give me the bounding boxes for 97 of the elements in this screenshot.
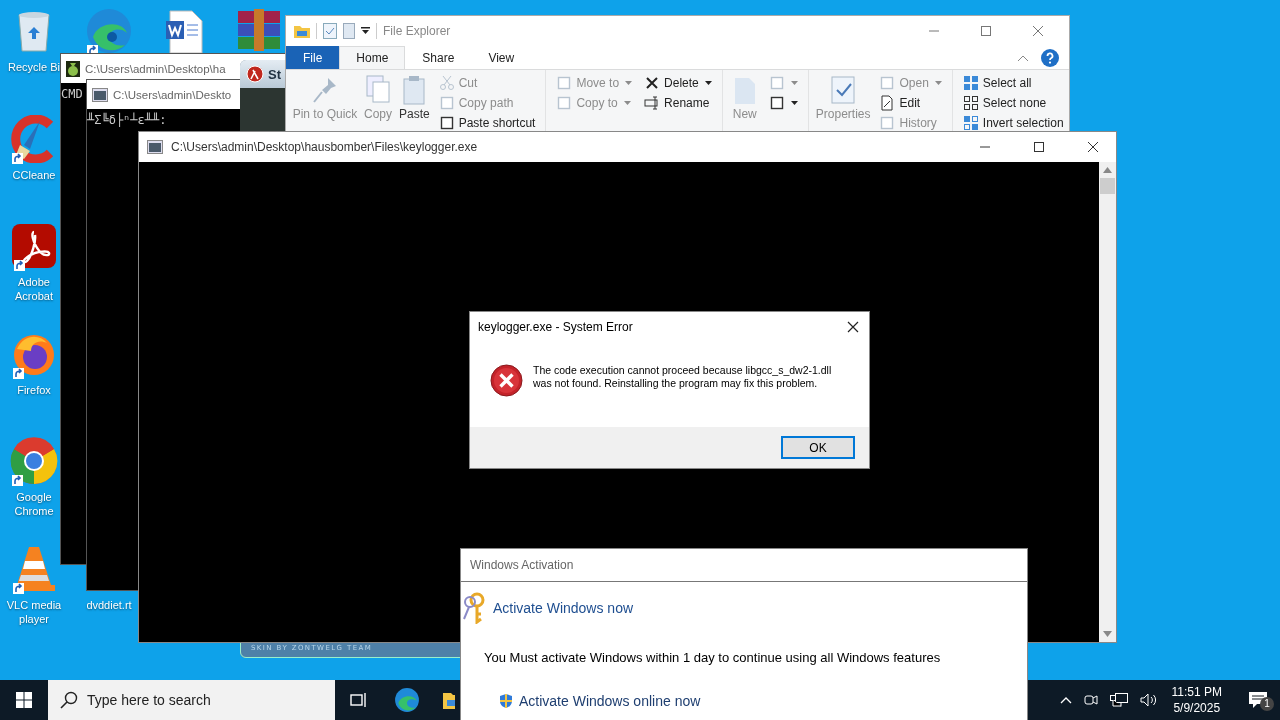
desktop-icon-label[interactable]: dvddiet.rt <box>86 598 132 612</box>
ribbon-button[interactable]: Invert selection <box>959 113 1067 133</box>
camera-icon[interactable] <box>1083 692 1098 708</box>
scissors-icon <box>438 75 455 91</box>
dropdown-caret-icon <box>704 81 712 85</box>
rename-icon <box>644 95 661 111</box>
ribbon-button[interactable]: Select none <box>959 93 1067 113</box>
task-view-icon[interactable] <box>350 692 368 708</box>
invert-selection-icon <box>962 115 979 131</box>
shortcut-arrow-icon <box>12 152 23 164</box>
delete-icon <box>644 75 661 91</box>
activate-online-link[interactable]: Activate Windows online now <box>519 693 701 709</box>
ribbon-button[interactable]: Select all <box>959 73 1067 93</box>
console-icon <box>147 140 163 154</box>
shortcut-arrow-icon <box>13 583 24 594</box>
ribbon-tab[interactable]: Home <box>339 46 406 69</box>
ribbon-button[interactable]: Rename <box>641 93 715 113</box>
lambda-logo-icon <box>246 65 264 83</box>
ribbon-button[interactable]: Paste shortcut <box>435 113 539 133</box>
browser-logo-icon[interactable] <box>10 437 58 486</box>
books-stack-icon[interactable] <box>236 9 282 53</box>
select-none-icon <box>962 95 979 111</box>
console-output: ╨Σ╚δ├ⁿ┴ε╨╨: <box>87 113 167 127</box>
ribbon-button[interactable]: Edit <box>876 93 945 113</box>
dropdown-caret-icon <box>790 81 798 85</box>
square-icon <box>438 95 455 111</box>
pdf-app-icon[interactable] <box>12 224 56 269</box>
console-output: CMD <box>61 87 83 101</box>
square-icon <box>768 75 785 91</box>
edge-icon[interactable] <box>85 7 133 55</box>
window-title: C:\Users\admin\Desktop\ha <box>85 62 226 75</box>
scroll-up-icon[interactable] <box>1103 167 1112 173</box>
dropdown-caret-icon <box>934 81 942 85</box>
ok-button[interactable]: OK <box>781 436 855 459</box>
help-icon[interactable] <box>1041 48 1059 67</box>
select-all-icon <box>962 75 979 91</box>
windows-logo-icon <box>16 692 32 708</box>
ribbon-tab[interactable]: Share <box>405 46 472 69</box>
scrollbar[interactable] <box>1099 162 1116 642</box>
money-bag-icon <box>66 60 80 77</box>
dropdown-caret-icon <box>623 101 631 105</box>
shortcut-arrow-icon <box>14 260 25 272</box>
clock-time[interactable]: 11:51 PM <box>1171 684 1222 700</box>
desktop-icon-label[interactable]: Firefox <box>17 382 51 397</box>
collapse-caret-icon[interactable] <box>1017 53 1029 62</box>
copy-icon <box>363 74 393 106</box>
dropdown-caret-icon[interactable] <box>361 27 370 35</box>
error-icon <box>490 364 523 397</box>
desktop-icon-label[interactable]: CCleane <box>12 167 56 182</box>
folder-icon[interactable] <box>443 691 455 709</box>
window-title: C:\Users\admin\Desktop\hausbomber\Files\keylogger.exe <box>171 140 478 154</box>
close-icon[interactable] <box>847 321 859 333</box>
word-document-icon[interactable] <box>164 9 204 53</box>
search-field[interactable]: Type here to search <box>48 680 335 720</box>
ribbon-tab[interactable]: File <box>286 46 340 69</box>
recycle-bin-icon[interactable] <box>15 9 53 53</box>
notification-badge: 1 <box>1260 697 1274 711</box>
edit-icon <box>879 95 896 111</box>
folder-icon <box>294 24 310 38</box>
activation-message: You Must activate Windows within 1 day to continue using all Windows features <box>484 650 942 665</box>
shortcut-arrow-icon <box>13 367 24 379</box>
close-icon[interactable] <box>1087 141 1099 153</box>
search-icon <box>60 691 78 709</box>
ribbon-tab[interactable]: View <box>471 46 532 69</box>
ribbon-button[interactable]: Paste <box>397 72 432 123</box>
desktop-icon-label[interactable]: VLC media player <box>5 598 63 626</box>
activation-heading: Activate Windows now <box>493 600 634 616</box>
maximize-icon[interactable] <box>1033 141 1045 153</box>
desktop-icon-label[interactable]: Google Chrome <box>5 490 63 519</box>
checkmark-icon[interactable] <box>323 23 337 39</box>
ribbon-button[interactable]: Delete <box>641 73 715 93</box>
square-icon <box>879 75 896 91</box>
window-title: C:\Users\admin\Deskto <box>113 88 232 101</box>
window-title: File Explorer <box>383 24 451 38</box>
chevron-up-icon[interactable] <box>1059 696 1072 704</box>
shortcut-arrow-icon <box>12 475 23 487</box>
console-icon <box>92 87 108 102</box>
clock-date[interactable]: 5/9/2025 <box>1173 700 1221 716</box>
volume-icon[interactable] <box>1139 692 1158 708</box>
desktop-icon-label[interactable]: Recycle Bi <box>8 60 60 74</box>
window-title: St <box>268 66 281 82</box>
dialog-title: keylogger.exe - System Error <box>478 320 633 334</box>
error-message: The code execution cannot proceed because libgcc_s_dw2-1.dll was not found. Reinstalling the program may fix this problem. <box>533 364 833 390</box>
scroll-down-icon[interactable] <box>1103 631 1112 637</box>
desktop-icon-label[interactable]: Adobe Acrobat <box>5 275 63 304</box>
window-title: Windows Activation <box>470 558 574 572</box>
scroll-thumb[interactable] <box>1100 178 1115 194</box>
square-icon <box>438 115 455 131</box>
edge-icon[interactable] <box>394 687 420 713</box>
square-icon <box>768 95 785 111</box>
square-icon <box>556 75 573 91</box>
shield-icon <box>499 693 513 709</box>
square-icon <box>556 95 573 111</box>
dropdown-caret-icon <box>790 101 798 105</box>
square-icon <box>879 115 896 131</box>
dropdown-caret-icon <box>625 81 633 85</box>
network-icon[interactable] <box>1109 692 1128 708</box>
